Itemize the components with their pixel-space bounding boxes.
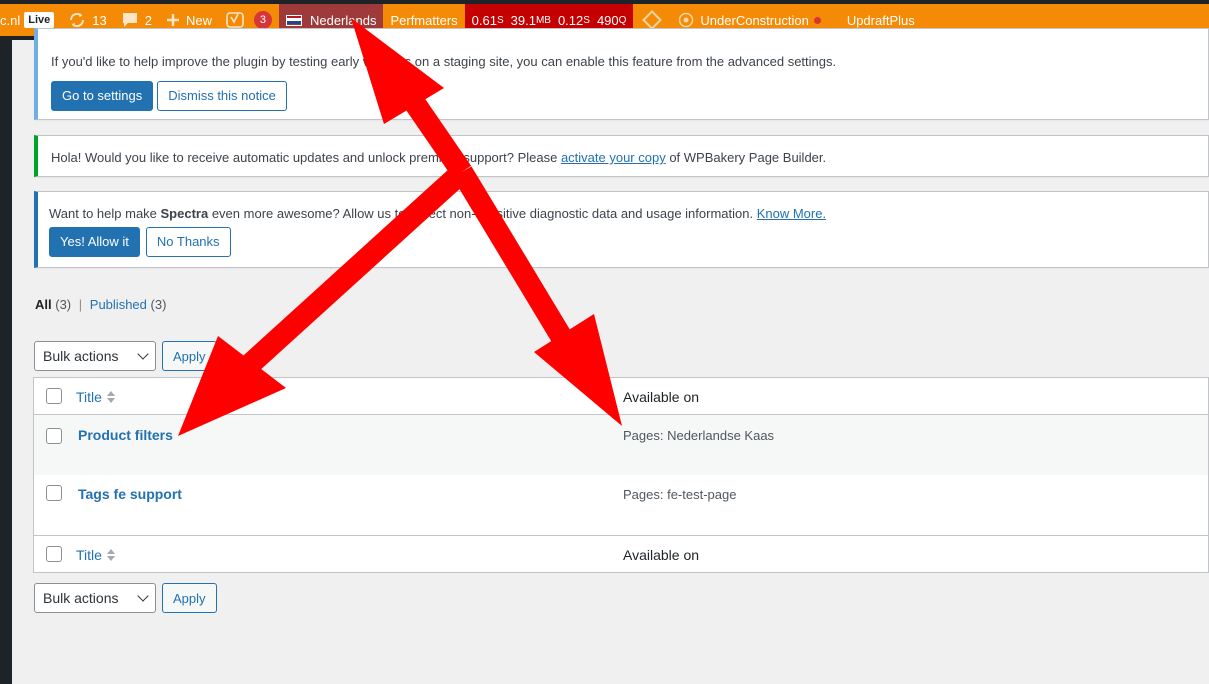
beta-notice-text: If you'd like to help improve the plugin… (51, 54, 837, 69)
row-title-link[interactable]: Product filters (78, 427, 173, 443)
bulk-actions-select-bottom[interactable]: Bulk actions (34, 583, 156, 613)
wpbakery-text-after: of WPBakery Page Builder. (665, 150, 827, 165)
chevron-down-icon (137, 348, 149, 360)
qm-time-unit: S (496, 14, 504, 26)
plus-icon (166, 13, 180, 27)
view-published-count: (3) (150, 297, 167, 312)
beta-testing-notice: If you'd like to help improve the plugin… (34, 28, 1209, 120)
qm-memory-value: 39.1 (510, 12, 536, 28)
no-thanks-button[interactable]: No Thanks (145, 227, 231, 257)
spectra-text-before: Want to help make (49, 206, 161, 221)
activate-copy-link[interactable]: activate your copy (561, 150, 666, 165)
know-more-link[interactable]: Know More. (757, 206, 826, 221)
comment-icon (121, 12, 139, 28)
qm-memory-unit: MB (535, 14, 551, 26)
qm-db-time-value: 0.12 (557, 12, 584, 28)
qm-time-value: 0.61 (471, 12, 497, 28)
title-column-header[interactable]: Title (76, 389, 115, 405)
qm-db-time-unit: S (583, 14, 590, 26)
select-all-checkbox-footer[interactable] (46, 546, 62, 562)
spectra-text-after: even more awesome? Allow us to collect n… (208, 206, 757, 221)
row-available-on: Pages: fe-test-page (623, 487, 737, 502)
comments-count: 2 (144, 12, 152, 28)
go-to-settings-button[interactable]: Go to settings (51, 81, 154, 111)
spectra-notice: Want to help make Spectra even more awes… (34, 191, 1209, 268)
qm-queries-unit: Q (618, 14, 627, 26)
bulk-actions-selected-value: Bulk actions (43, 348, 119, 364)
live-badge: Live (24, 12, 55, 28)
updraftplus-label: UpdraftPlus (846, 12, 915, 28)
row-checkbox[interactable] (46, 485, 62, 501)
row-available-on: Pages: Nederlandse Kaas (623, 428, 775, 443)
sort-arrows-icon (106, 391, 115, 403)
wpbakery-notice-text: Hola! Would you like to receive automati… (51, 150, 826, 165)
wpbakery-text-before: Hola! Would you like to receive automati… (51, 150, 561, 165)
yoast-notification-count: 3 (253, 11, 272, 29)
gear-icon (678, 12, 694, 28)
select-all-checkbox[interactable] (46, 388, 62, 404)
title-column-label: Title (76, 389, 102, 405)
diamond-icon[interactable] (642, 10, 663, 30)
bulk-actions-selected-value-bottom: Bulk actions (43, 590, 119, 606)
posts-table: Title Available on Product filters Pages… (33, 377, 1209, 573)
bulk-actions-bottom: Bulk actions Apply (34, 583, 217, 613)
view-all-count: (3) (55, 297, 72, 312)
spectra-brand: Spectra (160, 206, 209, 221)
language-label: Nederlands (309, 12, 377, 28)
updates-count: 13 (92, 12, 107, 28)
bulk-actions-select[interactable]: Bulk actions (34, 341, 156, 371)
wpbakery-notice: Hola! Would you like to receive automati… (34, 135, 1209, 177)
row-title-link[interactable]: Tags fe support (78, 486, 182, 502)
table-header-row: Title Available on (34, 378, 1208, 415)
chevron-down-icon (137, 590, 149, 602)
bulk-actions-top: Bulk actions Apply (34, 341, 217, 371)
refresh-icon (68, 11, 86, 29)
sort-arrows-icon (106, 549, 115, 561)
apply-button-bottom[interactable]: Apply (162, 583, 217, 613)
netherlands-flag-icon (285, 14, 302, 26)
new-label: New (185, 12, 212, 28)
dismiss-notice-button[interactable]: Dismiss this notice (157, 81, 287, 111)
status-filter-views: All (3) | Published (3) (35, 297, 166, 312)
table-footer-row: Title Available on (34, 535, 1208, 572)
view-separator: | (78, 297, 83, 312)
spectra-notice-text: Want to help make Spectra even more awes… (49, 206, 826, 221)
under-construction-label: UnderConstruction (700, 12, 809, 28)
row-checkbox[interactable] (46, 428, 62, 444)
view-published-link[interactable]: Published (90, 297, 147, 312)
qm-queries-value: 490 (596, 12, 619, 28)
table-row: Tags fe support Pages: fe-test-page (34, 475, 1208, 535)
title-column-footer[interactable]: Title (76, 547, 115, 563)
admin-sidebar (0, 40, 12, 684)
table-row: Product filters Pages: Nederlandse Kaas (34, 415, 1208, 475)
title-column-footer-label: Title (76, 547, 102, 563)
status-dot-icon (813, 16, 821, 24)
view-all-link[interactable]: All (35, 297, 52, 312)
perfmatters-label: Perfmatters (390, 12, 458, 28)
allow-tracking-button[interactable]: Yes! Allow it (49, 227, 140, 257)
site-name-text: c.nl (0, 12, 21, 28)
apply-button[interactable]: Apply (162, 341, 217, 371)
available-on-column-footer: Available on (623, 547, 700, 563)
yoast-icon (226, 11, 244, 29)
available-on-column-header: Available on (623, 389, 700, 405)
